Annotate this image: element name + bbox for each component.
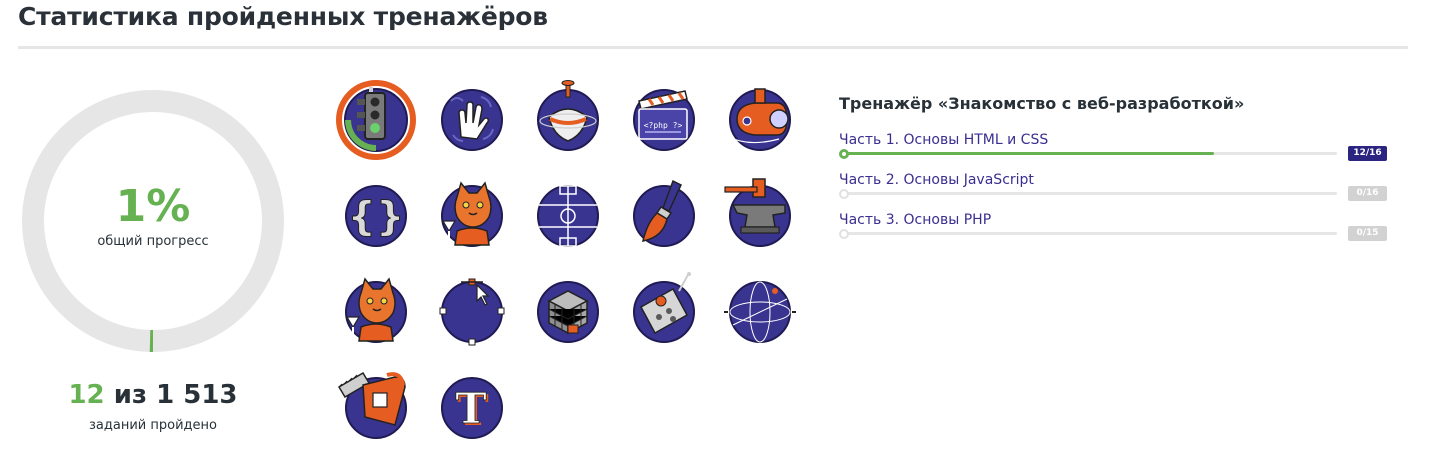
rubik-cube-icon — [537, 281, 599, 343]
course-title: Тренажёр «Знакомство с веб-разработкой» — [839, 94, 1245, 113]
traffic-light-icon — [336, 80, 416, 160]
progress-summary: 1% общий прогресс — [20, 181, 286, 250]
badge-football-field[interactable] — [527, 175, 609, 257]
trainer-badges-grid: <?php ?> {} T T — [335, 79, 815, 449]
part-progress-badge: 0/15 — [1348, 226, 1387, 241]
tasks-separator: из — [113, 380, 148, 410]
part-progress-track — [843, 152, 1337, 155]
letter-t-icon: T T — [441, 377, 503, 439]
part-progress-track — [843, 192, 1337, 195]
badge-chainsaw[interactable] — [335, 367, 417, 449]
page-title: Статистика пройденных тренажёров — [18, 2, 548, 31]
part-progress-dot — [839, 229, 849, 239]
sphere-orbit-icon — [724, 281, 796, 343]
badge-spinning-top[interactable] — [527, 79, 609, 161]
chainsaw-icon — [337, 371, 407, 439]
badge-cat-with-glass[interactable] — [431, 175, 513, 257]
vector-path-icon — [439, 278, 505, 346]
badge-paint-brush[interactable] — [623, 175, 705, 257]
part-progress-dot — [839, 189, 849, 199]
tasks-count-line: 12 из 1 513 — [20, 380, 286, 410]
badge-hand[interactable] — [431, 79, 513, 161]
course-panel: Тренажёр «Знакомство с веб-разработкой» … — [839, 94, 1399, 249]
course-parts-list: Часть 1. Основы HTML и CSS 12/16 Часть 2… — [839, 129, 1399, 249]
tasks-count: 12 из 1 513 заданий пройдено — [20, 380, 286, 433]
part-progress-fill — [843, 152, 1214, 155]
badge-anvil[interactable] — [719, 175, 801, 257]
part-progress-dot — [839, 149, 849, 159]
svg-text:<?php ?>: <?php ?> — [644, 121, 683, 130]
badge-vector-path[interactable] — [431, 271, 513, 353]
course-part-link[interactable]: Часть 1. Основы HTML и CSS — [839, 132, 1048, 148]
curly-braces-icon: {} — [345, 185, 407, 247]
tasks-total: 1 513 — [156, 380, 238, 410]
cat-with-glass-icon — [441, 181, 503, 247]
title-divider — [18, 46, 1408, 49]
progress-label: общий прогресс — [97, 234, 209, 249]
progress-percent: 1% — [115, 181, 191, 232]
badge-cat-with-glass-2[interactable] — [335, 271, 417, 353]
badge-letter-t[interactable]: T T — [431, 367, 513, 449]
paint-brush-icon — [633, 179, 695, 247]
anvil-icon — [724, 178, 791, 247]
svg-text:T: T — [455, 384, 486, 433]
svg-text:{}: {} — [348, 194, 405, 240]
badge-remote-control[interactable] — [623, 271, 705, 353]
badge-rubik-cube[interactable] — [527, 271, 609, 353]
php-clapperboard-icon: <?php ?> — [633, 89, 695, 151]
course-part-1: Часть 1. Основы HTML и CSS 12/16 — [839, 129, 1399, 169]
spinning-top-icon — [537, 80, 599, 151]
badge-sphere-orbit[interactable] — [719, 271, 801, 353]
tasks-done: 12 — [68, 380, 105, 410]
course-part-link[interactable]: Часть 3. Основы PHP — [839, 212, 991, 228]
part-progress-badge: 0/16 — [1348, 186, 1387, 201]
submarine-icon — [728, 88, 791, 151]
remote-control-icon — [633, 272, 695, 343]
course-part-3: Часть 3. Основы PHP 0/15 — [839, 209, 1399, 249]
tasks-label: заданий пройдено — [89, 418, 217, 433]
badge-submarine[interactable] — [719, 79, 801, 161]
hand-icon — [441, 89, 503, 151]
badge-curly-braces[interactable]: {} — [335, 175, 417, 257]
badge-php-clapperboard[interactable]: <?php ?> — [623, 79, 705, 161]
part-progress-track — [843, 232, 1337, 235]
course-part-link[interactable]: Часть 2. Основы JavaScript — [839, 172, 1034, 188]
badge-traffic-light[interactable] — [335, 79, 417, 161]
part-progress-badge: 12/16 — [1348, 146, 1387, 161]
course-part-2: Часть 2. Основы JavaScript 0/16 — [839, 169, 1399, 209]
cat-with-glass-icon — [345, 277, 407, 343]
football-field-icon — [537, 185, 599, 247]
